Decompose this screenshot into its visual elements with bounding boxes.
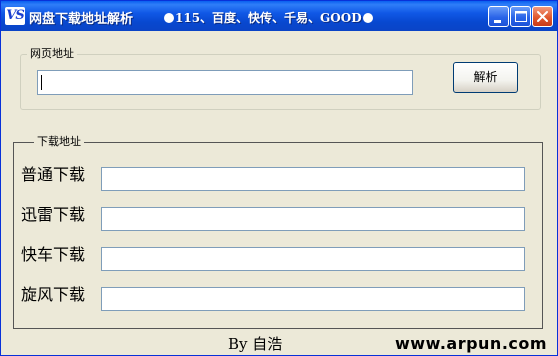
url-input[interactable] bbox=[37, 70, 413, 95]
thunder-download-label: 迅雷下载 bbox=[21, 205, 86, 224]
maximize-icon bbox=[515, 11, 527, 22]
main-window: VS 网盘下载地址解析 115、百度、快传、千易、GOOD 网页地址 解析 下载… bbox=[0, 0, 558, 356]
text-caret bbox=[41, 75, 42, 90]
url-group-legend: 网页地址 bbox=[27, 48, 77, 60]
flashget-download-field[interactable] bbox=[101, 247, 525, 271]
close-button[interactable] bbox=[532, 6, 553, 27]
parse-button[interactable]: 解析 bbox=[453, 62, 518, 93]
close-icon bbox=[537, 11, 548, 22]
whirlwind-download-field[interactable] bbox=[101, 287, 525, 311]
normal-download-label: 普通下载 bbox=[21, 165, 86, 184]
site-watermark: www.arpun.com bbox=[395, 334, 548, 353]
minimize-button[interactable] bbox=[488, 6, 509, 27]
whirlwind-download-label: 旋风下载 bbox=[21, 285, 86, 304]
thunder-download-field[interactable] bbox=[101, 207, 525, 231]
normal-download-field[interactable] bbox=[101, 167, 525, 191]
title-bar[interactable]: VS 网盘下载地址解析 115、百度、快传、千易、GOOD bbox=[1, 1, 557, 31]
window-title: 网盘下载地址解析 bbox=[29, 12, 134, 27]
author-credit: By 自浩 bbox=[228, 335, 283, 353]
download-group-legend: 下载地址 bbox=[34, 136, 84, 148]
bullet-icon bbox=[362, 13, 373, 23]
window-subtitle-text: 115、百度、快传、千易、GOOD bbox=[175, 11, 362, 25]
app-icon: VS bbox=[5, 7, 25, 25]
bullet-icon bbox=[164, 13, 174, 23]
flashget-download-label: 快车下载 bbox=[21, 245, 86, 264]
window-subtitle: 115、百度、快传、千易、GOOD bbox=[163, 9, 374, 26]
maximize-button[interactable] bbox=[510, 6, 531, 27]
minimize-icon bbox=[494, 20, 501, 23]
